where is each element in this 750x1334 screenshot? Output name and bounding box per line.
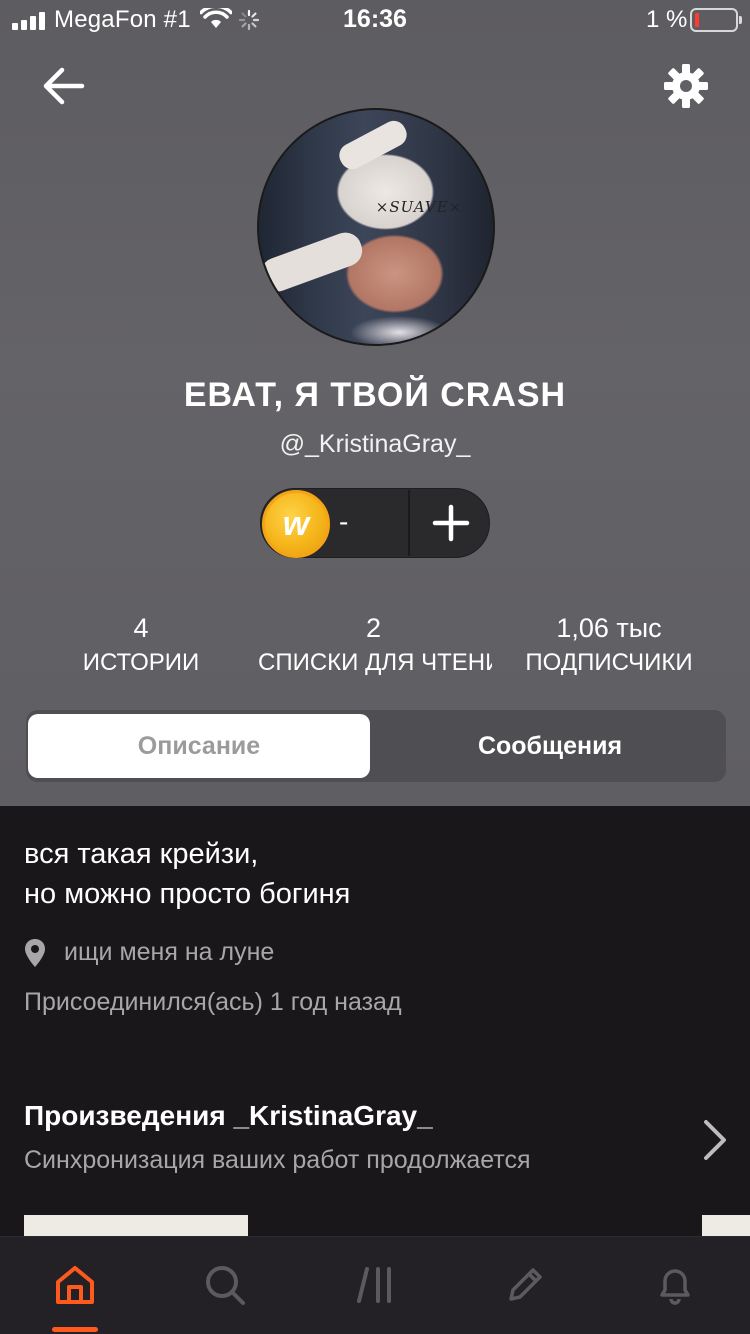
chevron-right-icon (704, 1120, 726, 1160)
works-title: Произведения _KristinaGray_ (24, 1100, 433, 1131)
stat-followers[interactable]: 1,06 тыс ПОДПИСЧИКИ (484, 612, 734, 680)
tab-home[interactable] (0, 1237, 150, 1334)
library-icon (357, 1267, 391, 1303)
works-subtitle: Синхронизация ваших работ продолжается (24, 1146, 531, 1174)
location-pin-icon (25, 939, 45, 967)
tab-library[interactable] (300, 1237, 450, 1334)
coin-letter: w (282, 505, 310, 543)
coin-divider (408, 490, 410, 556)
avatar-photo-detail (259, 228, 367, 296)
profile-display-name: ЕВАТ, Я ТВОЙ CRASH (183, 376, 567, 414)
stat-followers-label: ПОДПИСЧИКИ (525, 649, 693, 676)
tab-notifications[interactable] (600, 1237, 750, 1334)
search-icon (206, 1266, 245, 1305)
status-time: 16:36 (343, 5, 407, 33)
back-arrow-icon[interactable] (36, 58, 92, 114)
status-bar: MegaFon #1 16:36 1 % (0, 0, 750, 42)
battery-percent: 1 % (646, 6, 688, 33)
home-icon (56, 1266, 94, 1304)
works-section-link[interactable]: Произведения _KristinaGray_ Синхронизаци… (0, 1090, 750, 1186)
stat-followers-value: 1,06 тыс (556, 613, 662, 643)
stat-stories-value: 4 (133, 613, 149, 643)
profile-header: MegaFon #1 16:36 1 % ×SUAVE× ЕВАТ, Я ТВО… (0, 0, 750, 806)
stat-stories-label: ИСТОРИИ (82, 649, 200, 676)
bio-line: вся такая крейзи, (24, 838, 259, 870)
profile-avatar[interactable]: ×SUAVE× (257, 108, 495, 346)
profile-bio: вся такая крейзи, но можно просто богиня (24, 834, 350, 914)
active-tab-indicator (52, 1327, 98, 1332)
profile-joined-date: Присоединился(ась) 1 год назад (24, 988, 402, 1016)
avatar-shirt-text: ×SUAVE× (375, 198, 463, 216)
bottom-tab-bar (0, 1236, 750, 1334)
coin-icon: w (262, 490, 330, 558)
gear-icon[interactable] (660, 60, 712, 112)
stat-reading-lists-value: 2 (366, 613, 382, 643)
stat-stories[interactable]: 4 ИСТОРИИ (16, 612, 266, 680)
coin-balance: - (339, 506, 349, 537)
profile-location: ищи меня на луне (64, 938, 275, 966)
pencil-icon (509, 1268, 542, 1301)
tab-search[interactable] (150, 1237, 300, 1334)
bell-icon (660, 1269, 690, 1305)
add-coins-button[interactable] (415, 490, 487, 556)
tab-description[interactable]: Описание (28, 714, 370, 778)
stat-reading-lists-label: СПИСКИ ДЛЯ ЧТЕНИЯ (258, 649, 492, 676)
profile-username: @_KristinaGray_ (279, 430, 471, 458)
bio-line: но можно просто богиня (24, 878, 351, 910)
tab-messages[interactable]: Сообщения (376, 714, 724, 778)
tab-write[interactable] (450, 1237, 600, 1334)
avatar-photo-detail (335, 116, 411, 174)
battery-level (695, 13, 699, 27)
stat-reading-lists[interactable]: 2 СПИСКИ ДЛЯ ЧТЕНИЯ (258, 612, 492, 680)
battery-icon (690, 8, 742, 32)
